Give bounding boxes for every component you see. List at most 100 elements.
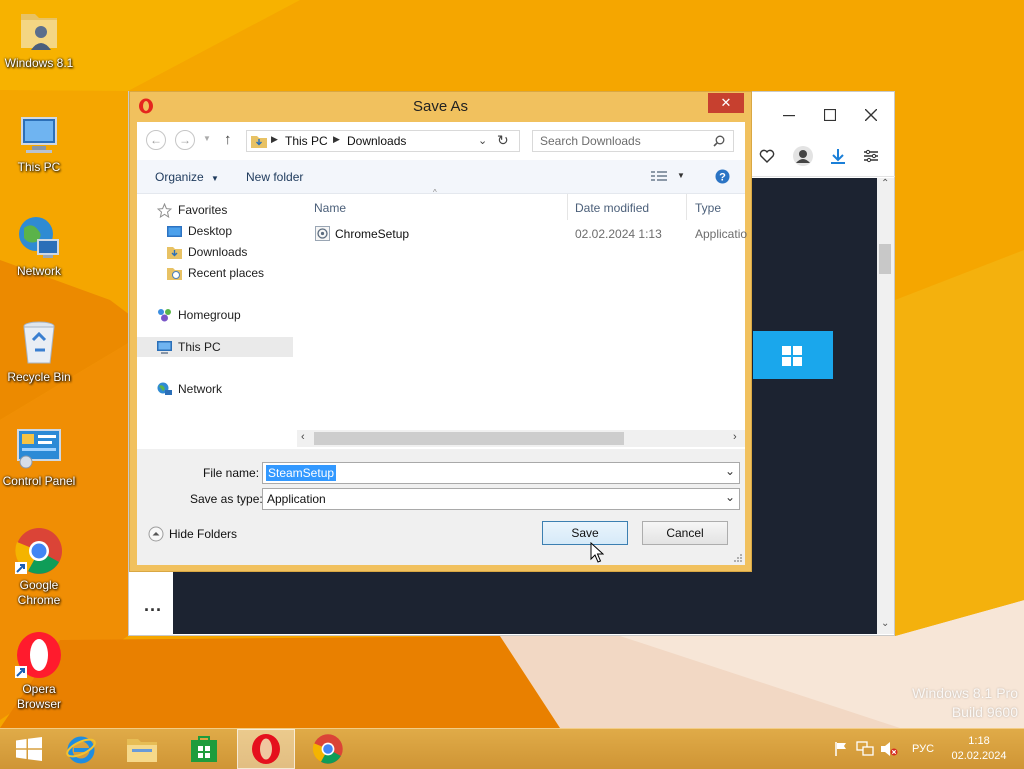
column-header-type[interactable]: Type: [695, 201, 721, 215]
nav-downloads-label: Downloads: [188, 245, 248, 259]
save-type-select[interactable]: Application ⌄: [262, 488, 740, 510]
desktop-icon-google-chrome[interactable]: Google Chrome: [0, 526, 78, 608]
taskbar-opera[interactable]: [237, 729, 295, 769]
minimize-button[interactable]: [769, 100, 809, 130]
forward-button[interactable]: →: [175, 130, 195, 150]
column-divider: [567, 194, 568, 220]
nav-desktop[interactable]: Desktop: [167, 221, 232, 241]
network-status-icon[interactable]: [854, 729, 876, 769]
desktop-icon-opera[interactable]: Opera Browser: [0, 630, 78, 712]
nav-this-pc[interactable]: This PC: [157, 337, 221, 357]
chrome-icon: [15, 528, 62, 574]
view-dropdown-icon[interactable]: ▼: [677, 171, 685, 180]
sidebar-more-button[interactable]: ...: [144, 596, 162, 614]
network-globe-icon: [157, 382, 172, 395]
save-type-label: Save as type:: [190, 492, 263, 506]
file-type: Applicatio: [695, 227, 748, 241]
taskbar-file-explorer[interactable]: [113, 729, 171, 769]
search-box[interactable]: Search Downloads: [532, 130, 734, 152]
table-row[interactable]: ChromeSetup 02.02.2024 1:13 Applicatio: [297, 224, 748, 244]
nav-downloads[interactable]: Downloads: [167, 242, 247, 262]
desktop-icon-windows-user[interactable]: Windows 8.1: [0, 6, 78, 71]
opera-icon: [15, 632, 61, 678]
file-name-field[interactable]: SteamSetup ⌄: [262, 462, 740, 484]
cancel-button[interactable]: Cancel: [642, 521, 728, 545]
back-button[interactable]: ←: [146, 130, 166, 150]
browser-scrollbar[interactable]: ⌃ ⌄: [877, 178, 894, 634]
close-window-button[interactable]: [851, 100, 891, 130]
chevron-down-icon[interactable]: ⌄: [725, 490, 735, 504]
scroll-left-icon[interactable]: ‹: [301, 431, 305, 443]
address-bar[interactable]: ▶ This PC ▶ Downloads ⌄ ↻: [246, 130, 520, 152]
easy-setup-icon[interactable]: [863, 148, 879, 164]
nav-homegroup[interactable]: Homegroup: [157, 305, 241, 325]
new-folder-button[interactable]: New folder: [246, 170, 303, 184]
volume-icon[interactable]: [878, 729, 900, 769]
recent-locations-dropdown[interactable]: ▼: [203, 134, 211, 143]
windows-watermark: Windows 8.1 Pro Build 9600: [912, 684, 1018, 722]
folder-download-icon: [251, 136, 267, 148]
up-button[interactable]: ↑: [224, 131, 232, 148]
desktop-icon-network[interactable]: Network: [0, 214, 78, 279]
internet-explorer-icon: [66, 736, 96, 764]
flag-icon: [835, 742, 846, 756]
breadcrumb-this-pc[interactable]: This PC: [285, 134, 328, 148]
help-icon[interactable]: ?: [715, 169, 730, 184]
save-as-dialog[interactable]: Save As ✕ ← → ▼ ↑ ▶ This PC ▶ Downloads …: [129, 91, 752, 572]
save-button[interactable]: Save: [542, 521, 628, 545]
opera-icon: [252, 734, 280, 764]
chevron-up-circle-icon: [148, 526, 164, 542]
desktop-icon-this-pc[interactable]: This PC: [0, 112, 78, 175]
scroll-down-icon[interactable]: ⌄: [881, 618, 889, 629]
scroll-up-icon[interactable]: ⌃: [881, 178, 889, 189]
resize-grip-icon[interactable]: [733, 553, 743, 563]
horizontal-scrollbar[interactable]: ‹ ›: [297, 430, 745, 447]
windows-download-button[interactable]: [753, 331, 833, 379]
heart-icon[interactable]: [759, 148, 775, 164]
browser-toolbar: [749, 138, 895, 177]
clock[interactable]: 1:18 02.02.2024: [944, 729, 1014, 769]
organize-button[interactable]: Organize ▼: [155, 170, 219, 184]
minimize-icon: [783, 115, 795, 117]
network-monitor-icon: [856, 741, 874, 756]
scroll-right-icon[interactable]: ›: [733, 431, 737, 443]
column-header-name[interactable]: Name: [314, 201, 346, 215]
search-input[interactable]: Search Downloads: [540, 134, 641, 148]
profile-icon[interactable]: [793, 146, 813, 166]
clock-time: 1:18: [968, 735, 990, 747]
file-name-input[interactable]: SteamSetup: [266, 465, 337, 481]
recycle-bin-icon: [23, 321, 55, 364]
nav-network[interactable]: Network: [157, 379, 222, 399]
save-type-value: Application: [267, 492, 326, 506]
column-header-date[interactable]: Date modified: [575, 201, 649, 215]
installer-app-icon: [315, 226, 330, 241]
scroll-thumb[interactable]: [879, 244, 891, 274]
view-options-icon[interactable]: [651, 171, 667, 183]
hide-folders-button[interactable]: Hide Folders: [148, 526, 237, 542]
nav-this-pc-label: This PC: [178, 340, 221, 354]
desktop-icon-recycle-bin[interactable]: Recycle Bin: [0, 318, 78, 385]
input-language-indicator[interactable]: РУС: [906, 729, 940, 769]
taskbar-store[interactable]: [175, 729, 233, 769]
start-button[interactable]: [0, 729, 58, 769]
action-center-icon[interactable]: [830, 729, 852, 769]
navigation-pane: Favorites Desktop Downloads Recent place…: [137, 194, 293, 452]
breadcrumb-downloads[interactable]: Downloads: [347, 134, 406, 148]
chevron-down-icon: ▼: [211, 174, 219, 183]
desktop-icon-label: Google Chrome: [17, 578, 61, 607]
nav-recent-places[interactable]: Recent places: [167, 263, 264, 283]
desktop-icon-control-panel[interactable]: Control Panel: [0, 426, 78, 489]
dialog-close-button[interactable]: ✕: [708, 93, 744, 113]
taskbar-chrome[interactable]: [299, 729, 357, 769]
refresh-button[interactable]: ↻: [497, 132, 509, 149]
address-dropdown-icon[interactable]: ⌄: [478, 134, 487, 147]
nav-recent-label: Recent places: [188, 266, 265, 280]
taskbar-internet-explorer[interactable]: [52, 729, 110, 769]
homegroup-icon: [158, 309, 171, 322]
download-icon[interactable]: [829, 147, 847, 165]
scroll-thumb[interactable]: [314, 432, 624, 445]
chevron-down-icon[interactable]: ⌄: [725, 464, 735, 478]
clock-date: 02.02.2024: [951, 750, 1007, 762]
maximize-button[interactable]: [810, 100, 850, 130]
nav-favorites[interactable]: Favorites: [157, 200, 227, 220]
